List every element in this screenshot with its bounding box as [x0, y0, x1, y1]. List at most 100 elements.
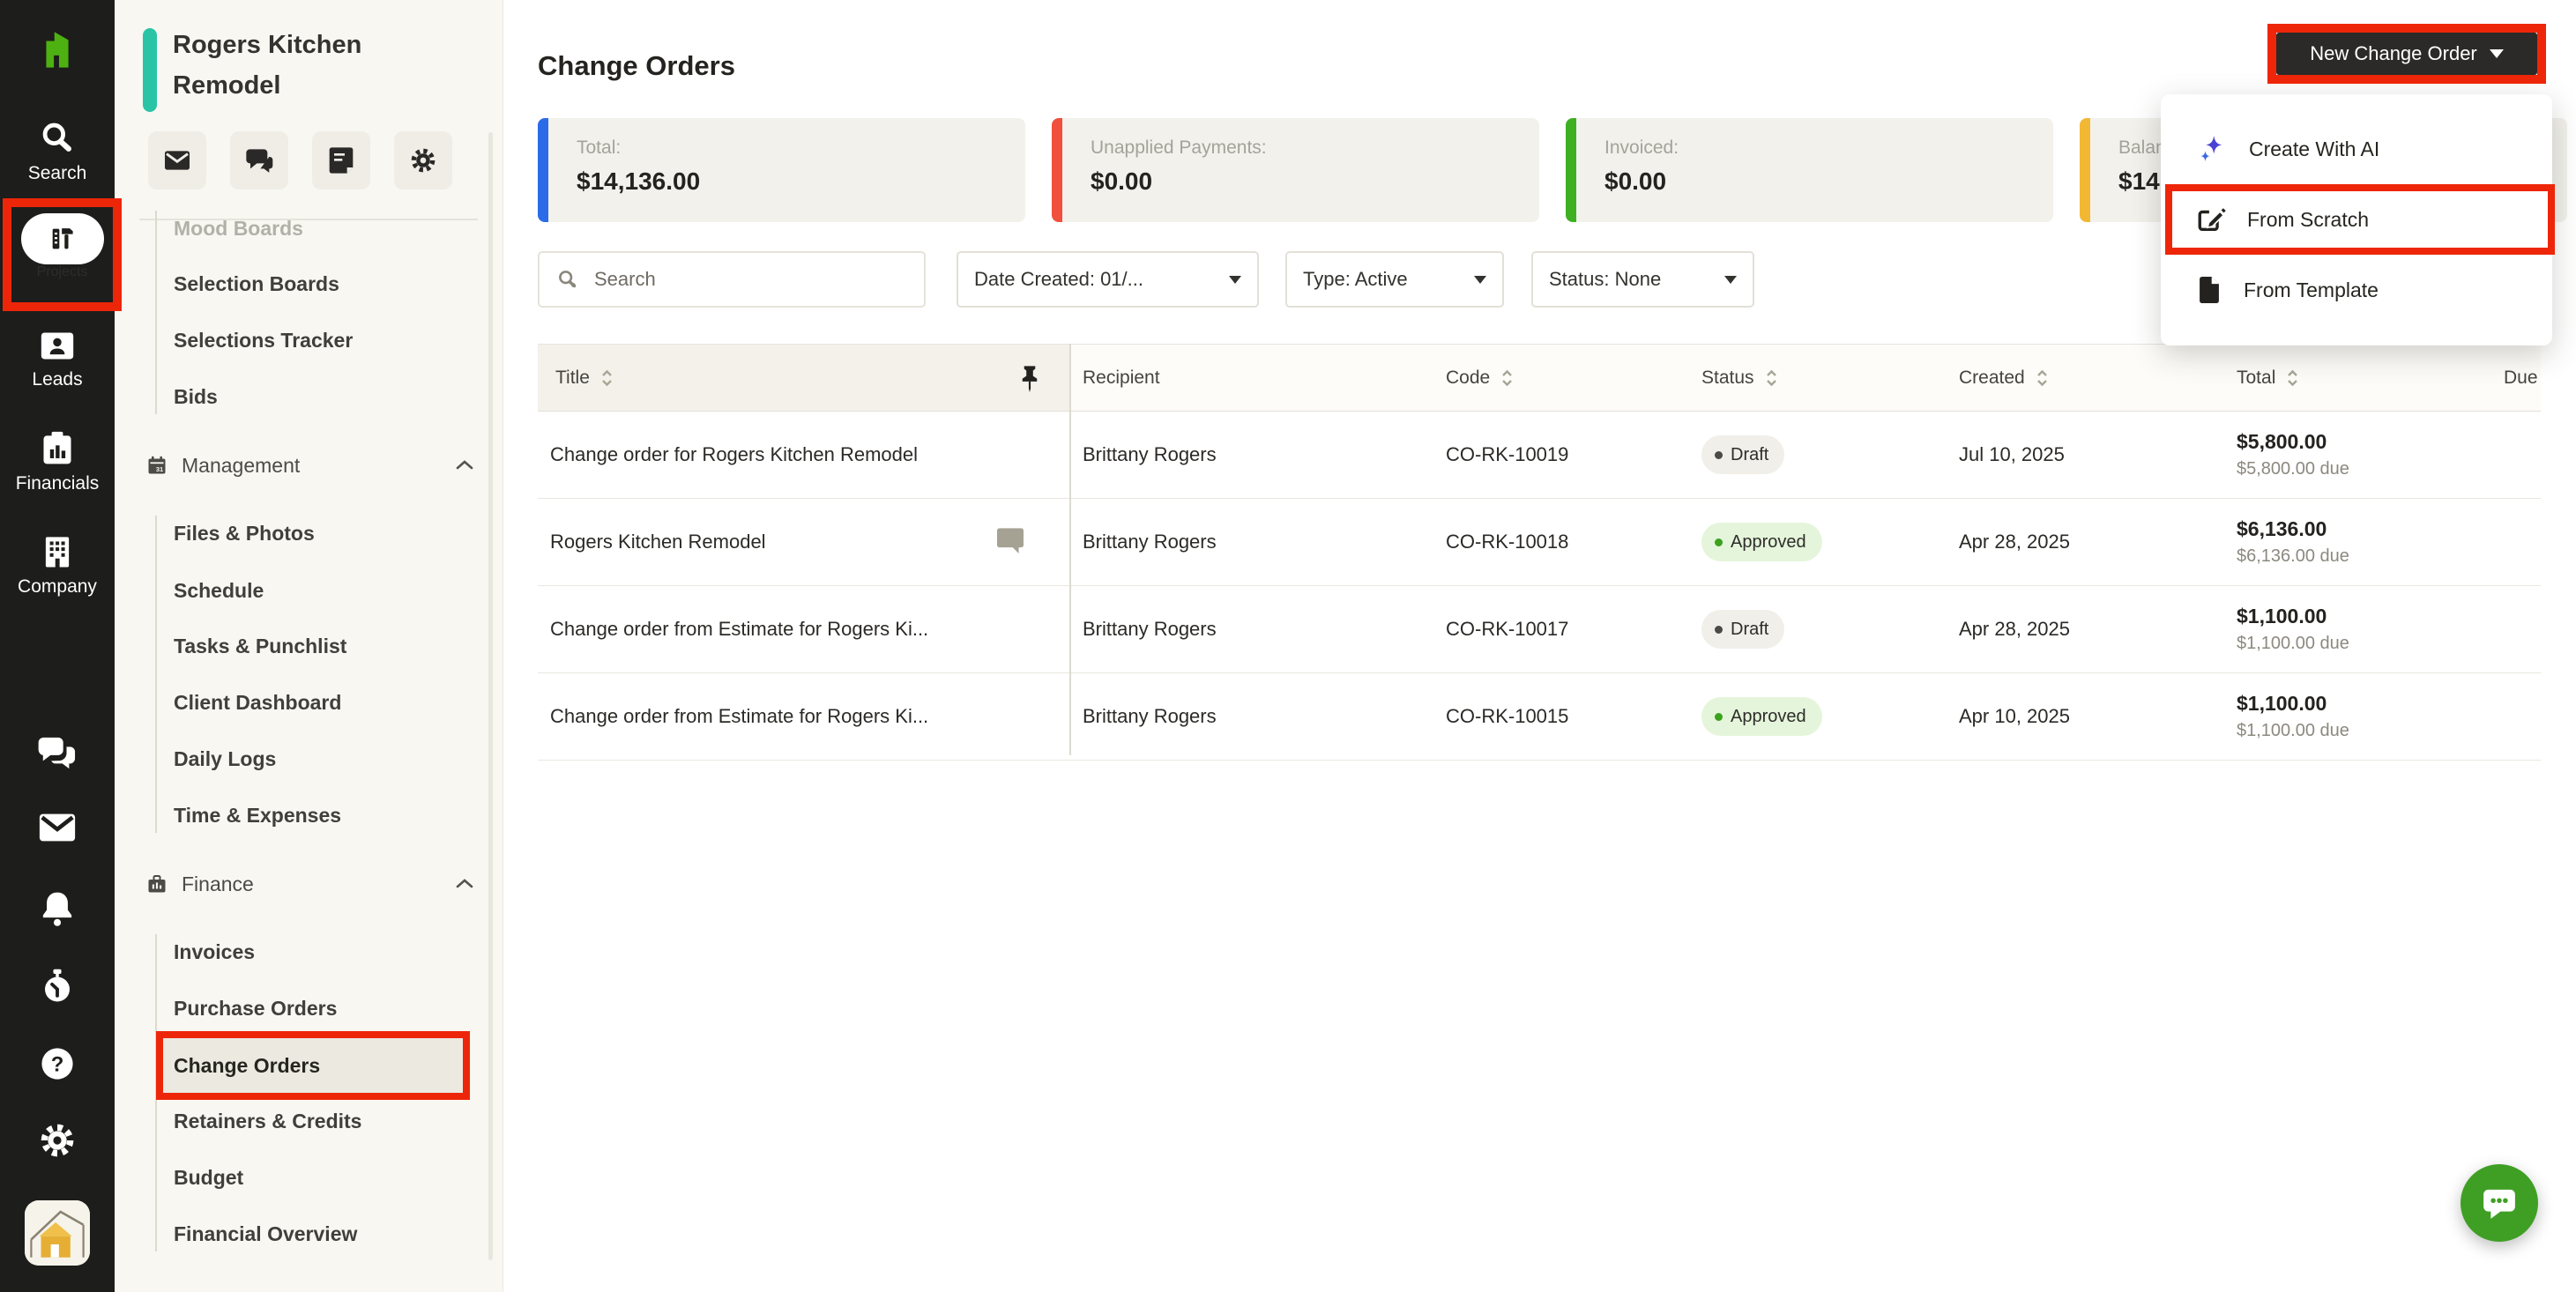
project-chat-button[interactable] [230, 131, 288, 189]
rail-item-leads[interactable]: Leads [0, 328, 115, 390]
rail-item-financials[interactable]: Financials [0, 430, 115, 494]
sidebar-item-bids[interactable]: Bids [174, 379, 218, 414]
row-title: Change order for Rogers Kitchen Remodel [550, 443, 919, 465]
sidebar-item-tasks-punchlist[interactable]: Tasks & Punchlist [174, 628, 346, 664]
menu-item-label: Create With AI [2249, 137, 2380, 160]
rail-item-projects[interactable]: Projects [20, 207, 104, 280]
status-dot [1715, 450, 1723, 459]
svg-text:31: 31 [156, 465, 163, 473]
row-total: $6,136.00 [2237, 517, 2327, 540]
new-change-order-button[interactable]: New Change Order [2276, 33, 2537, 75]
pin-icon[interactable] [1018, 364, 1041, 393]
status-filter[interactable]: Status: None [1531, 251, 1754, 308]
column-header-total[interactable]: Total [2237, 345, 2299, 411]
rail-chat-button[interactable] [0, 734, 115, 771]
project-settings-button[interactable] [394, 131, 452, 189]
houzz-logo[interactable] [0, 26, 115, 72]
rail-item-search[interactable]: Search [0, 118, 115, 184]
card-label: Invoiced: [1604, 137, 1679, 158]
project-mail-button[interactable] [148, 131, 206, 189]
sort-icon[interactable] [2286, 368, 2299, 389]
sidebar-item-retainers-credits[interactable]: Retainers & Credits [174, 1103, 361, 1139]
page-title: Change Orders [538, 49, 735, 81]
sidebar-item-purchase-orders[interactable]: Purchase Orders [174, 991, 337, 1026]
status-badge: Draft [1701, 610, 1785, 649]
sort-icon[interactable] [1500, 368, 1514, 389]
sidebar-section-finance[interactable]: Finance [115, 866, 503, 902]
rail-item-label: Search [27, 163, 87, 183]
sidebar-item-mood-boards[interactable]: Mood Boards [174, 211, 303, 246]
row-created: Jul 10, 2025 [1959, 443, 2065, 465]
column-header-status[interactable]: Status [1701, 345, 1778, 411]
column-header-recipient[interactable]: Recipient [1083, 345, 1160, 411]
column-header-created[interactable]: Created [1959, 345, 2049, 411]
sidebar-item-files-photos[interactable]: Files & Photos [174, 516, 315, 551]
rail-settings-button[interactable] [0, 1121, 115, 1160]
type-filter[interactable]: Type: Active [1285, 251, 1504, 308]
status-badge: Approved [1701, 697, 1822, 736]
projects-icon [52, 228, 73, 249]
comment-icon[interactable] [995, 527, 1025, 553]
sidebar-item-change-orders[interactable]: Change Orders [163, 1054, 320, 1078]
sidebar-item-schedule[interactable]: Schedule [174, 573, 264, 608]
menu-item-create-with-ai[interactable]: Create With AI [2161, 114, 2552, 184]
filter-label: Status: None [1549, 268, 1662, 290]
user-avatar[interactable] [25, 1200, 90, 1266]
column-header-due[interactable]: Due [2504, 345, 2541, 411]
sidebar-item-selection-boards[interactable]: Selection Boards [174, 266, 339, 301]
column-header-title[interactable]: Title [555, 345, 614, 411]
search-input-wrapper [538, 251, 926, 308]
notes-icon [329, 147, 354, 174]
rail-help-button[interactable]: ? [0, 1044, 115, 1083]
rail-notifications-button[interactable] [0, 889, 115, 928]
rail-item-label: Projects [36, 264, 88, 279]
rail-item-company[interactable]: Company [0, 533, 115, 598]
row-code: CO-RK-10015 [1446, 705, 1569, 727]
rail-timer-button[interactable] [0, 967, 115, 1006]
sort-icon[interactable] [600, 368, 614, 389]
table-row[interactable]: Rogers Kitchen Remodel Brittany Rogers C… [538, 499, 2541, 586]
new-change-order-annotation-box: New Change Order [2267, 24, 2546, 84]
column-header-code[interactable]: Code [1446, 345, 1514, 411]
tree-line [155, 516, 157, 833]
row-title: Change order from Estimate for Rogers Ki… [550, 705, 929, 727]
sort-icon[interactable] [1765, 368, 1778, 389]
status-dot [1715, 538, 1723, 546]
summary-card-total: Total: $14,136.00 [538, 118, 1025, 222]
chat-icon [38, 737, 76, 769]
table-row[interactable]: Change order for Rogers Kitchen Remodel … [538, 412, 2541, 499]
sidebar-item-invoices[interactable]: Invoices [174, 934, 255, 969]
table-header-row: Title Recipient Code Status Created Tota… [538, 344, 2541, 412]
card-accent-bar [2080, 118, 2090, 222]
table-row[interactable]: Change order from Estimate for Rogers Ki… [538, 586, 2541, 673]
row-recipient: Brittany Rogers [1083, 618, 1217, 640]
rail-mail-button[interactable] [0, 812, 115, 843]
search-input[interactable] [592, 267, 896, 292]
sidebar-item-daily-logs[interactable]: Daily Logs [174, 741, 276, 776]
sidebar-item-client-dashboard[interactable]: Client Dashboard [174, 685, 341, 720]
date-created-filter[interactable]: Date Created: 01/... [957, 251, 1259, 308]
search-icon [559, 271, 577, 288]
section-label: Management [182, 454, 301, 477]
chat-fab-button[interactable] [2461, 1164, 2538, 1242]
row-code: CO-RK-10018 [1446, 531, 1569, 553]
app-rail: Search Projects Leads Financials Company… [0, 0, 122, 1292]
new-change-order-menu: Create With AI From Scratch From Templat… [2161, 94, 2555, 345]
menu-item-from-scratch[interactable]: From Scratch [2161, 184, 2552, 255]
row-recipient: Brittany Rogers [1083, 705, 1217, 727]
sidebar-scrollbar[interactable] [488, 132, 493, 1260]
sidebar-item-budget[interactable]: Budget [174, 1160, 243, 1195]
sidebar-section-management[interactable]: 31 Management [115, 448, 503, 483]
mail-icon [39, 813, 76, 842]
row-created: Apr 28, 2025 [1959, 618, 2070, 640]
sort-icon[interactable] [2036, 368, 2049, 389]
row-created: Apr 28, 2025 [1959, 531, 2070, 553]
table-row[interactable]: Change order from Estimate for Rogers Ki… [538, 673, 2541, 761]
sidebar-item-financial-overview[interactable]: Financial Overview [174, 1216, 357, 1251]
sidebar-item-time-expenses[interactable]: Time & Expenses [174, 798, 341, 833]
menu-item-from-template[interactable]: From Template [2161, 255, 2552, 325]
project-notes-button[interactable] [312, 131, 370, 189]
row-code: CO-RK-10019 [1446, 443, 1569, 465]
sidebar-item-selections-tracker[interactable]: Selections Tracker [174, 323, 353, 358]
filter-label: Date Created: 01/... [974, 268, 1143, 290]
